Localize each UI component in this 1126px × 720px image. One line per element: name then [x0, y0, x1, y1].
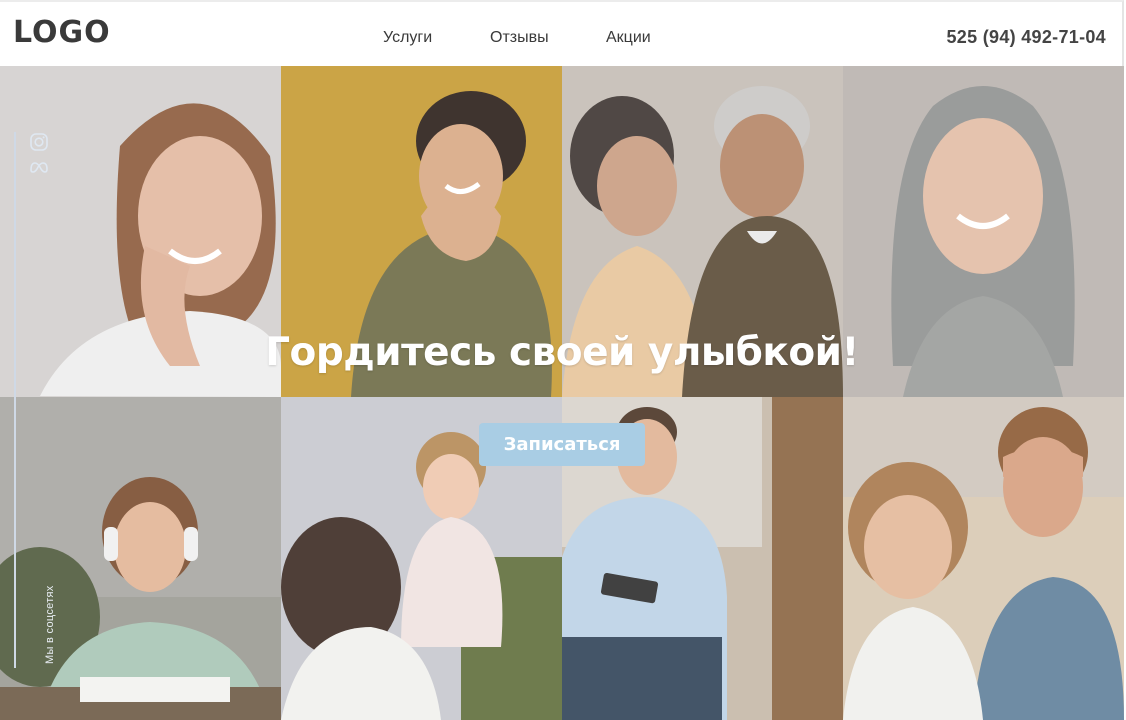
- book-appointment-button[interactable]: Записаться: [479, 423, 645, 466]
- instagram-icon[interactable]: [29, 132, 49, 152]
- hero-headline: Гордитесь своей улыбкой!: [265, 330, 859, 375]
- site-header: LOGO Услуги Отзывы Акции 525 (94) 492-71…: [0, 0, 1124, 66]
- phone-number[interactable]: 525 (94) 492-71-04: [946, 26, 1106, 48]
- hero-section: Мы в соцсетях Гордитесь своей улыбкой! З…: [0, 66, 1124, 720]
- social-rail-line: [14, 132, 16, 668]
- nav-link-reviews[interactable]: Отзывы: [490, 28, 549, 48]
- meta-icon[interactable]: [29, 157, 49, 177]
- photo-couple-eyes-covered: [843, 397, 1124, 720]
- nav-link-promotions[interactable]: Акции: [606, 28, 651, 48]
- photo-girl-headphones: [0, 397, 281, 720]
- nav-link-services[interactable]: Услуги: [383, 28, 432, 48]
- social-rail-label: Мы в соцсетях: [44, 585, 56, 664]
